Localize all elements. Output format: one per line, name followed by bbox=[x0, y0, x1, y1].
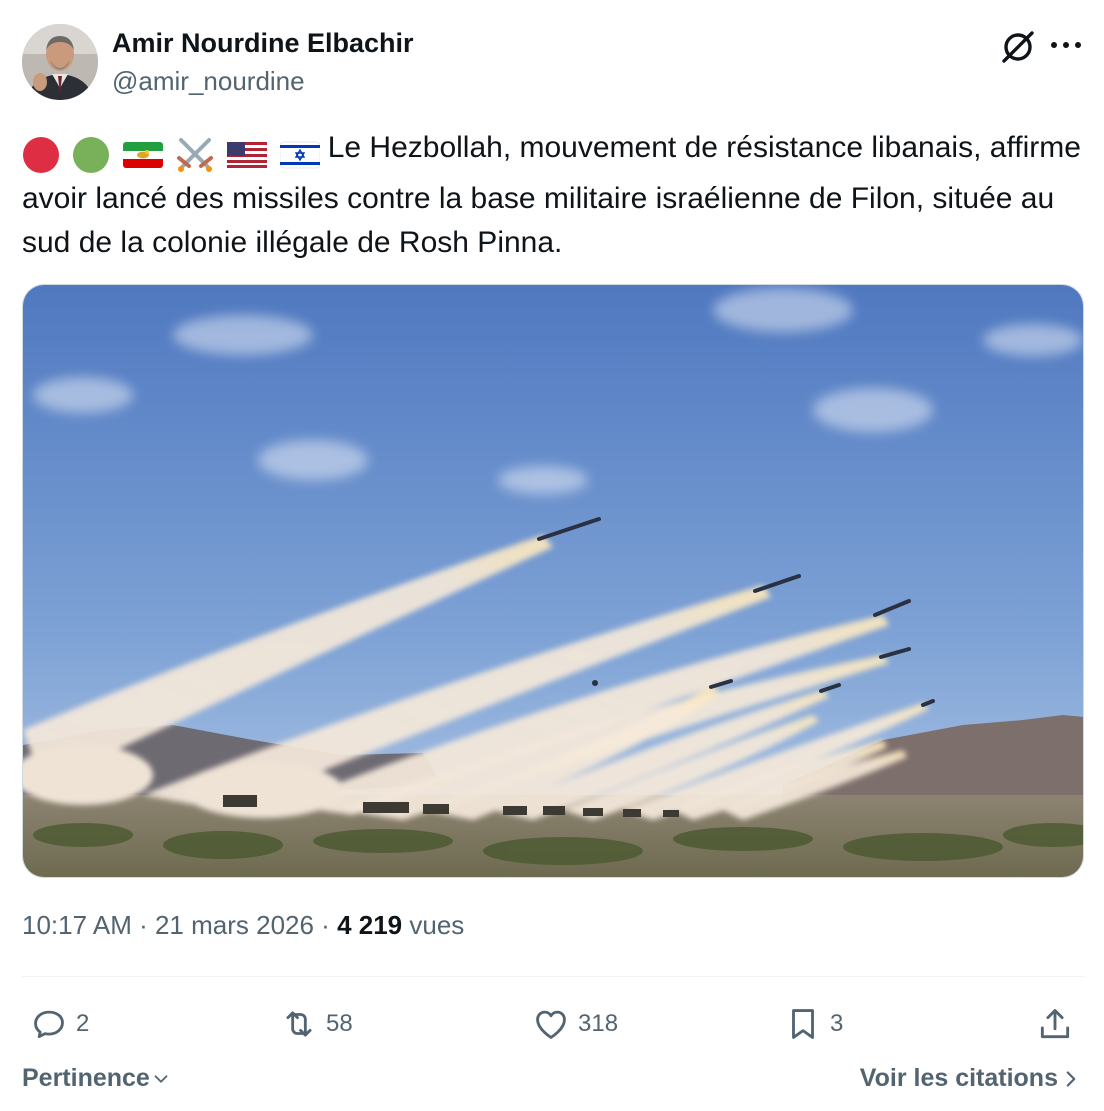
views-count: 4 219 bbox=[337, 910, 403, 940]
tweet-time[interactable]: 10:17 AM bbox=[22, 910, 132, 940]
reply-count: 2 bbox=[76, 1010, 90, 1037]
rocket-launch-image bbox=[23, 285, 1083, 877]
sort-label: Pertinence bbox=[22, 1064, 150, 1092]
bookmark-icon bbox=[792, 1009, 814, 1039]
meta-separator: · bbox=[131, 910, 155, 940]
reply-button[interactable]: 2 bbox=[30, 998, 89, 1050]
replies-footer: Pertinence Voir les citations bbox=[22, 1064, 1084, 1100]
crossed-swords-icon bbox=[177, 138, 214, 173]
quotes-label: Voir les citations bbox=[859, 1064, 1058, 1092]
author-name[interactable]: Amir Nourdine Elbachir bbox=[112, 28, 414, 59]
retweet-button[interactable]: 58 bbox=[280, 998, 353, 1050]
tweet-image[interactable] bbox=[22, 284, 1084, 878]
avatar[interactable] bbox=[22, 24, 98, 100]
bookmark-count: 3 bbox=[830, 1010, 844, 1037]
sort-dropdown[interactable]: Pertinence bbox=[22, 1064, 172, 1093]
green-circle-icon bbox=[73, 137, 110, 174]
divider bbox=[22, 976, 1084, 977]
views-label: vues bbox=[402, 910, 465, 940]
reply-icon bbox=[34, 1010, 64, 1039]
more-icon[interactable] bbox=[1048, 30, 1084, 60]
red-circle-icon bbox=[23, 137, 59, 174]
retweet-icon bbox=[286, 1011, 312, 1037]
meta-separator: · bbox=[313, 910, 338, 940]
author-handle[interactable]: @amir_nourdine bbox=[112, 66, 305, 97]
israel-flag-icon bbox=[279, 141, 320, 169]
chevron-right-icon bbox=[1066, 1070, 1076, 1087]
quotes-link[interactable]: Voir les citations bbox=[860, 1064, 1084, 1093]
chevron-down-icon bbox=[154, 1074, 168, 1083]
share-icon bbox=[1040, 1009, 1070, 1039]
us-flag-icon bbox=[227, 142, 268, 169]
share-button[interactable] bbox=[1036, 998, 1074, 1050]
tweet-header: Amir Nourdine Elbachir @amir_nourdine bbox=[22, 24, 1084, 102]
tweet-text: Le Hezbollah, mouvement de résistance li… bbox=[22, 126, 1084, 266]
tweet-meta: 10:17 AM · 21 mars 2026 · 4 219 vues bbox=[22, 910, 464, 941]
retweet-count: 58 bbox=[326, 1010, 353, 1037]
heart-icon bbox=[536, 1010, 566, 1039]
tweet-date[interactable]: 21 mars 2026 bbox=[155, 910, 314, 940]
action-bar: 2 58 318 3 bbox=[22, 998, 1084, 1050]
like-count: 318 bbox=[578, 1010, 619, 1037]
grok-icon[interactable] bbox=[998, 26, 1038, 66]
iran-lion-sun-flag-icon bbox=[122, 142, 163, 169]
emoji-prefix bbox=[22, 132, 324, 177]
like-button[interactable]: 318 bbox=[532, 998, 618, 1050]
bookmark-button[interactable]: 3 bbox=[784, 998, 843, 1050]
